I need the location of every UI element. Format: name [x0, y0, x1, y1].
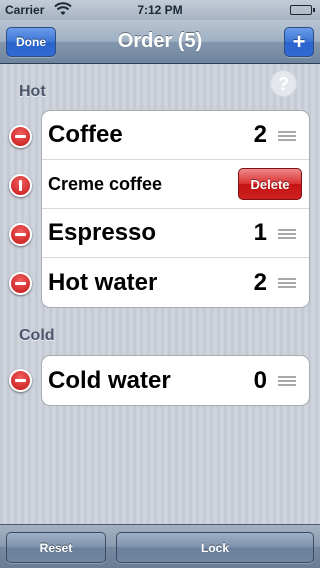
section-header-hot: Hot — [19, 83, 46, 100]
item-quantity: 2 — [253, 268, 267, 296]
reset-button[interactable]: Reset — [6, 532, 106, 563]
remove-creme-coffee-icon[interactable] — [9, 174, 32, 197]
item-quantity: 2 — [253, 121, 267, 148]
list-item[interactable]: Hot water 2 — [42, 258, 309, 307]
item-quantity: 0 — [253, 366, 267, 394]
navigation-bar: Done Order (5) + — [0, 20, 320, 64]
item-quantity: 1 — [253, 219, 267, 246]
remove-coffee-icon[interactable] — [9, 125, 32, 148]
add-button[interactable]: + — [284, 27, 314, 57]
done-button[interactable]: Done — [6, 27, 56, 57]
reorder-grip-icon[interactable] — [278, 229, 296, 240]
remove-cold-water-icon[interactable] — [9, 369, 32, 392]
section-header-cold: Cold — [19, 327, 55, 344]
cold-items-group: Cold water 0 — [41, 355, 310, 406]
reorder-grip-icon[interactable] — [278, 278, 296, 289]
help-icon[interactable]: ? — [270, 70, 297, 97]
list-item[interactable]: Creme coffee Delete — [42, 160, 309, 209]
list-item[interactable]: Coffee 2 — [42, 111, 309, 160]
item-name: Espresso — [48, 219, 157, 246]
lock-button[interactable]: Lock — [116, 532, 314, 563]
bottom-toolbar: Reset Lock — [0, 524, 320, 568]
status-time: 7:12 PM — [137, 3, 183, 17]
reorder-grip-icon[interactable] — [278, 131, 296, 142]
status-bar: Carrier 7:12 PM — [0, 0, 320, 20]
item-name: Coffee — [48, 121, 123, 148]
reorder-grip-icon[interactable] — [278, 376, 296, 387]
list-item[interactable]: Espresso 1 — [42, 209, 309, 258]
item-name: Hot water — [48, 268, 158, 296]
remove-espresso-icon[interactable] — [9, 223, 32, 246]
item-name: Cold water — [48, 366, 171, 394]
hot-items-group: Coffee 2 Creme coffee Delete Espresso 1 … — [41, 110, 310, 308]
delete-button[interactable]: Delete — [238, 168, 302, 200]
list-item[interactable]: Cold water 0 — [42, 356, 309, 405]
page-title: Order (5) — [117, 30, 203, 52]
remove-hot-water-icon[interactable] — [9, 272, 32, 295]
battery-icon — [290, 5, 315, 15]
